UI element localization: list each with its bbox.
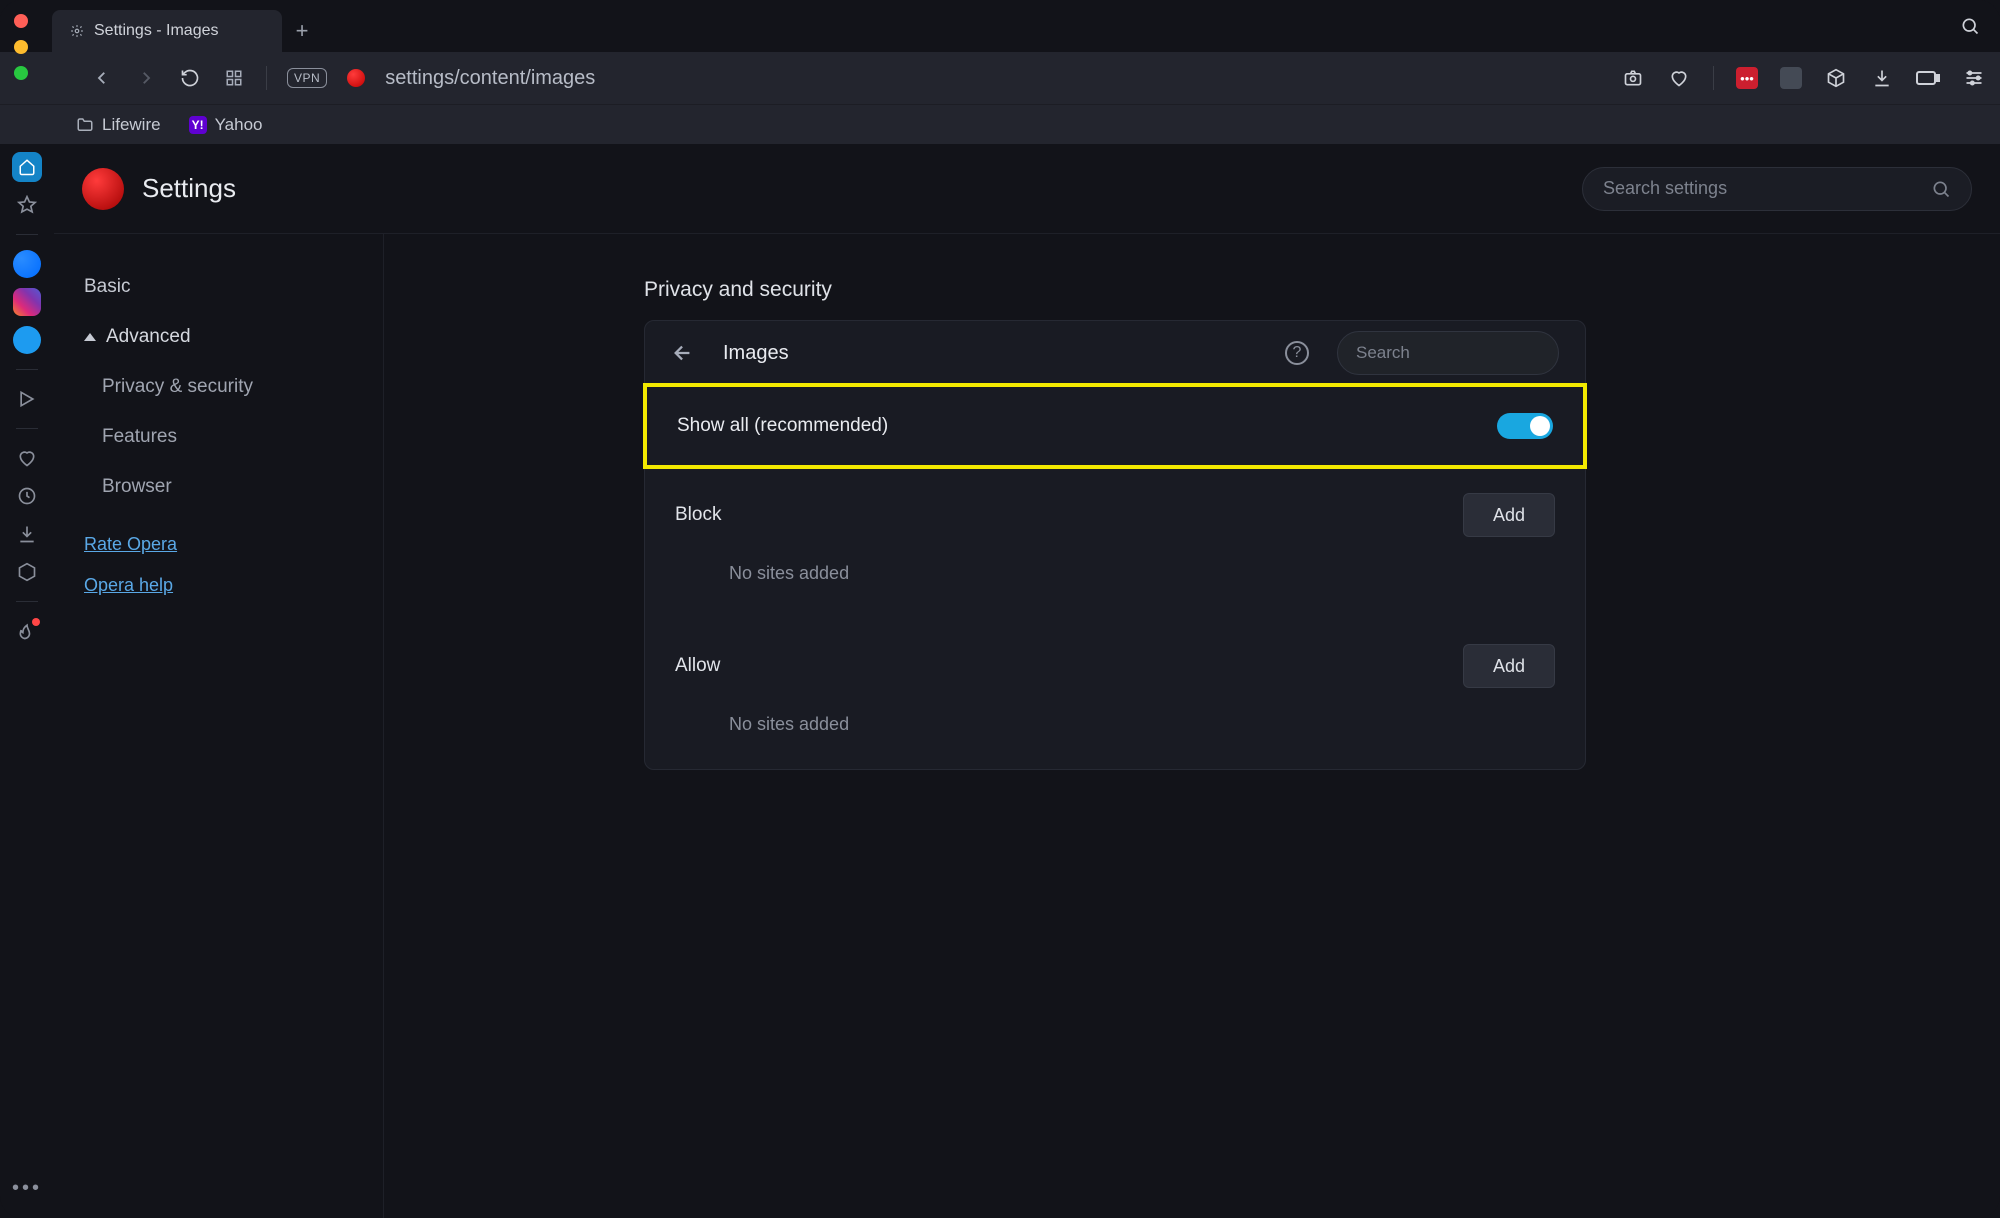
rail-extensions-icon[interactable] <box>12 557 42 587</box>
window-zoom-dot[interactable] <box>14 66 28 80</box>
snapshot-icon[interactable] <box>1621 66 1645 90</box>
rail-more-icon[interactable]: ••• <box>12 1177 42 1200</box>
battery-icon[interactable] <box>1916 66 1940 90</box>
settings-nav: Basic Advanced Privacy & security Featur… <box>54 234 384 1218</box>
new-tab-button[interactable]: + <box>282 10 322 52</box>
nav-basic[interactable]: Basic <box>66 262 371 312</box>
yahoo-favicon: Y! <box>189 116 207 134</box>
browser-tab[interactable]: Settings - Images <box>52 10 282 52</box>
window-minimize-dot[interactable] <box>14 40 28 54</box>
rail-history-icon[interactable] <box>12 481 42 511</box>
address-bar: VPN settings/content/images ••• <box>0 52 2000 104</box>
block-title: Block <box>675 504 721 526</box>
rail-home-icon[interactable] <box>12 152 42 182</box>
nav-advanced[interactable]: Advanced <box>66 312 371 362</box>
nav-forward-icon <box>134 66 158 90</box>
show-all-label: Show all (recommended) <box>677 415 888 437</box>
vpn-badge[interactable]: VPN <box>287 68 327 88</box>
cube-icon[interactable] <box>1824 66 1848 90</box>
bookmark-label: Yahoo <box>215 115 263 135</box>
nav-rate-opera[interactable]: Rate Opera <box>66 512 371 569</box>
rail-heart-icon[interactable] <box>12 443 42 473</box>
card-title: Images <box>723 342 789 365</box>
tab-strip: Settings - Images + <box>0 0 2000 52</box>
opera-logo <box>82 168 124 210</box>
speed-dial-icon[interactable] <box>222 66 246 90</box>
rail-bookmarks-icon[interactable] <box>12 190 42 220</box>
allow-title: Allow <box>675 655 720 677</box>
rail-downloads-icon[interactable] <box>12 519 42 549</box>
reload-icon[interactable] <box>178 66 202 90</box>
opera-favicon <box>347 69 365 87</box>
chevron-up-icon <box>84 333 96 341</box>
window-close-dot[interactable] <box>14 14 28 28</box>
folder-icon <box>76 116 94 134</box>
bookmark-lifewire[interactable]: Lifewire <box>76 115 161 135</box>
back-icon[interactable] <box>671 341 695 365</box>
rail-instagram-icon[interactable] <box>12 287 42 317</box>
card-search[interactable] <box>1337 331 1559 375</box>
tab-title: Settings - Images <box>94 22 219 40</box>
show-all-row[interactable]: Show all (recommended) <box>647 387 1583 465</box>
settings-header: Settings <box>54 144 2000 234</box>
bookmark-label: Lifewire <box>102 115 161 135</box>
images-card: Images ? Show all (recommended) <box>644 320 1586 770</box>
rail-news-icon[interactable] <box>12 616 42 646</box>
bookmark-yahoo[interactable]: Y! Yahoo <box>189 115 263 135</box>
show-all-toggle[interactable] <box>1497 413 1553 439</box>
nav-advanced-label: Advanced <box>106 326 191 348</box>
allow-section: Allow Add <box>645 618 1585 698</box>
nav-back-icon[interactable] <box>90 66 114 90</box>
extension-lastpass-icon[interactable]: ••• <box>1736 67 1758 89</box>
nav-privacy[interactable]: Privacy & security <box>66 362 371 412</box>
bookmarks-bar: Lifewire Y! Yahoo <box>0 104 2000 144</box>
allow-add-button[interactable]: Add <box>1463 644 1555 688</box>
block-section: Block Add <box>645 467 1585 547</box>
nav-opera-help[interactable]: Opera help <box>66 569 371 610</box>
gear-icon <box>70 24 84 38</box>
block-add-button[interactable]: Add <box>1463 493 1555 537</box>
left-rail: ••• <box>0 144 54 1218</box>
url-text[interactable]: settings/content/images <box>385 67 595 90</box>
heart-icon[interactable] <box>1667 66 1691 90</box>
nav-browser[interactable]: Browser <box>66 462 371 512</box>
section-title: Privacy and security <box>644 278 2000 302</box>
block-empty: No sites added <box>645 547 1585 618</box>
search-icon <box>1931 179 1951 199</box>
nav-features[interactable]: Features <box>66 412 371 462</box>
rail-messenger-icon[interactable] <box>12 249 42 279</box>
easy-setup-icon[interactable] <box>1962 66 1986 90</box>
settings-title: Settings <box>142 173 236 204</box>
allow-empty: No sites added <box>645 698 1585 769</box>
settings-search-input[interactable] <box>1603 178 1931 199</box>
extension-icon[interactable] <box>1780 67 1802 89</box>
downloads-icon[interactable] <box>1870 66 1894 90</box>
settings-search[interactable] <box>1582 167 1972 211</box>
card-search-input[interactable] <box>1356 343 1577 363</box>
help-icon[interactable]: ? <box>1285 341 1309 365</box>
search-tabs-icon[interactable] <box>1958 14 1982 38</box>
rail-twitter-icon[interactable] <box>12 325 42 355</box>
rail-play-icon[interactable] <box>12 384 42 414</box>
